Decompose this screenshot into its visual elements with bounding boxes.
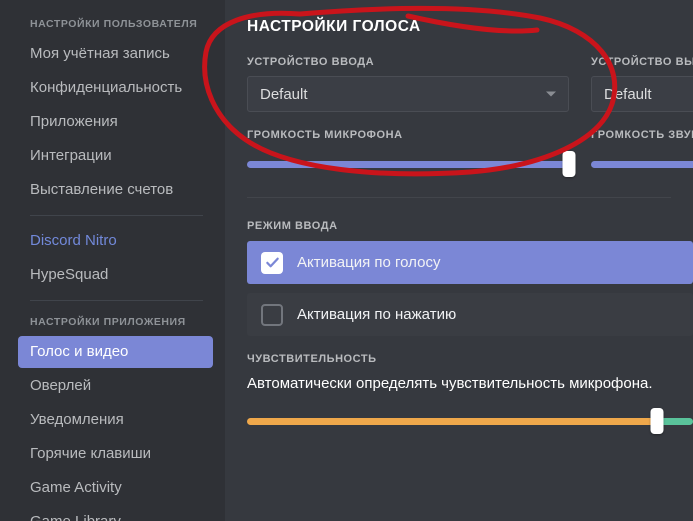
sensitivity-label: ЧУВСТВИТЕЛЬНОСТЬ [247,353,377,365]
sound-volume-block: ГРОМКОСТЬ ЗВУКА [591,129,693,175]
settings-sidebar: НАСТРОЙКИ ПОЛЬЗОВАТЕЛЯ Моя учётная запис… [0,0,225,521]
sidebar-section-app-settings: НАСТРОЙКИ ПРИЛОЖЕНИЯ [30,316,186,328]
sidebar-item-game-library[interactable]: Game Library [18,506,213,521]
input-mode-push-to-talk[interactable]: Активация по нажатию [247,293,693,336]
device-columns: УСТРОЙСТВО ВВОДА Default ГРОМКОСТЬ МИКРО… [247,56,693,177]
input-mode-push-to-talk-label: Активация по нажатию [297,306,457,323]
input-device-select[interactable]: Default [247,76,569,112]
mic-volume-block: ГРОМКОСТЬ МИКРОФОНА [247,129,576,177]
sidebar-item-privacy[interactable]: Конфиденциальность [18,72,213,104]
sensitivity-slider[interactable] [247,408,693,434]
sensitivity-track [247,417,693,425]
page-title: НАСТРОЙКИ ГОЛОСА [247,18,421,35]
input-mode-voice-activity-label: Активация по голосу [297,254,441,271]
sound-volume-label: ГРОМКОСТЬ ЗВУКА [591,129,693,141]
output-device-label: УСТРОЙСТВО ВЫВОДА [591,56,693,68]
input-mode-label: РЕЖИМ ВВОДА [247,220,338,232]
input-device-value: Default [260,85,308,103]
mic-volume-slider[interactable] [247,151,576,177]
input-mode-voice-activity[interactable]: Активация по голосу [247,241,693,284]
input-column: УСТРОЙСТВО ВВОДА Default ГРОМКОСТЬ МИКРО… [247,56,576,177]
section-divider [247,197,671,198]
sidebar-item-hypesquad[interactable]: HypeSquad [18,259,213,291]
sound-volume-track [591,160,693,168]
sidebar-item-hotkeys[interactable]: Горячие клавиши [18,438,213,470]
mic-volume-knob[interactable] [562,151,576,177]
output-device-value: Default [604,85,652,103]
voice-settings-panel: НАСТРОЙКИ ГОЛОСА УСТРОЙСТВО ВВОДА Defaul… [225,0,693,521]
sensitivity-description: Автоматически определять чувствительност… [247,375,653,392]
checkbox-checked-icon [261,251,283,274]
sidebar-item-integrations[interactable]: Интеграции [18,140,213,172]
sidebar-divider-1 [30,215,203,216]
mic-volume-track [247,160,569,168]
input-device-label: УСТРОЙСТВО ВВОДА [247,56,375,68]
sidebar-item-my-account[interactable]: Моя учётная запись [18,38,213,70]
sidebar-item-voice-and-video[interactable]: Голос и видео [18,336,213,368]
sidebar-item-overlay[interactable]: Оверлей [18,370,213,402]
sensitivity-knob[interactable] [650,408,664,434]
mic-volume-label: ГРОМКОСТЬ МИКРОФОНА [247,129,403,141]
output-device-select[interactable]: Default [591,76,693,112]
sidebar-item-game-activity[interactable]: Game Activity [18,472,213,504]
chevron-down-icon [546,91,556,97]
sidebar-item-applications[interactable]: Приложения [18,106,213,138]
sidebar-item-billing[interactable]: Выставление счетов [18,174,213,206]
output-column: УСТРОЙСТВО ВЫВОДА Default ГРОМКОСТЬ ЗВУК… [591,56,693,175]
discord-settings-window: НАСТРОЙКИ ПОЛЬЗОВАТЕЛЯ Моя учётная запис… [0,0,693,521]
sidebar-divider-2 [30,300,203,301]
sidebar-item-discord-nitro[interactable]: Discord Nitro [18,225,213,257]
sidebar-section-user-settings: НАСТРОЙКИ ПОЛЬЗОВАТЕЛЯ [30,18,198,30]
checkbox-unchecked-icon [261,303,283,326]
sound-volume-slider[interactable] [591,153,693,175]
sidebar-item-notifications[interactable]: Уведомления [18,404,213,436]
